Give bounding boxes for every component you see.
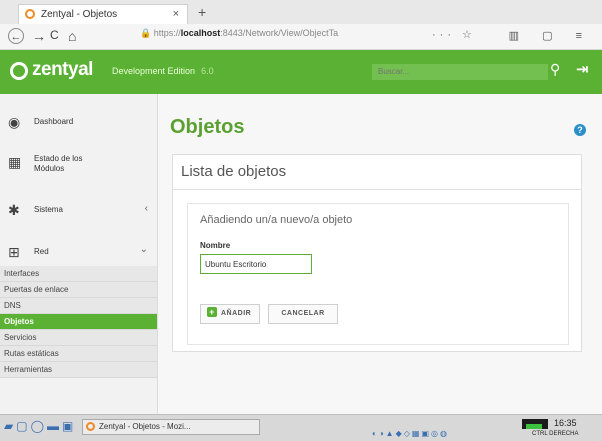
form-heading: Añadiendo un/a nuevo/a objeto xyxy=(200,214,353,226)
add-object-form: Añadiendo un/a nuevo/a objeto Nombre + AÑ… xyxy=(187,203,569,345)
sidebar-item-label: Sistema xyxy=(34,205,63,214)
host-key-label: CTRL DERECHA xyxy=(532,431,579,437)
chevron-left-icon: ‹ xyxy=(144,203,148,214)
add-button[interactable]: + AÑADIR xyxy=(200,304,260,324)
browser-navbar: ← → C ⌂ 🔒 https://localhost:8443/Network… xyxy=(0,24,602,50)
gear-icon: ✱ xyxy=(8,202,20,218)
sidebar-item-herramientas[interactable]: Herramientas xyxy=(0,362,157,378)
main-content: Objetos ? Lista de objetos Añadiendo un/… xyxy=(158,94,602,414)
network-icon: ⊞ xyxy=(8,244,20,260)
red-submenu: Interfaces Puertas de enlace DNS Objetos… xyxy=(0,266,157,378)
cancel-button[interactable]: CANCELAR xyxy=(268,304,338,324)
search-icon[interactable]: ⚲ xyxy=(550,61,560,78)
new-tab-button[interactable]: + xyxy=(198,4,206,20)
cpu-monitor-icon xyxy=(522,419,548,429)
sidebar-item-label: Red xyxy=(34,247,49,256)
sidebar-item-servicios[interactable]: Servicios xyxy=(0,330,157,346)
sidebar-item-dns[interactable]: DNS xyxy=(0,298,157,314)
sidebar-item-rutas-estaticas[interactable]: Rutas estáticas xyxy=(0,346,157,362)
page-title: Objetos xyxy=(170,116,245,138)
sidebar-item-label: Dashboard xyxy=(34,117,74,126)
taskbar: ▰▢◯▬▣ Zentyal - Objetos - Mozi... ◐◑▲◆◇▦… xyxy=(0,414,602,441)
browser-tools[interactable]: ▥ ▢ ≡ xyxy=(509,29,592,42)
sidebar-item-interfaces[interactable]: Interfaces xyxy=(0,266,157,282)
edition-label: Development Edition 6.0 xyxy=(112,66,214,76)
forward-button[interactable]: → xyxy=(32,28,46,44)
sidebar-item-objetos[interactable]: Objetos xyxy=(0,314,157,330)
version-text: 6.0 xyxy=(201,66,214,76)
sidebar-item-label: Estado de los Módulos xyxy=(34,154,83,173)
url-prefix: https:// xyxy=(153,28,181,38)
card-title: Lista de objetos xyxy=(181,163,287,180)
dashboard-icon: ◉ xyxy=(8,114,21,130)
zentyal-logo-icon xyxy=(10,62,28,80)
taskbar-launchers[interactable]: ▰▢◯▬▣ xyxy=(4,419,76,433)
home-button[interactable]: ⌂ xyxy=(68,28,76,44)
divider xyxy=(173,189,581,190)
sidebar: ◉ Dashboard ▦ Estado de los Módulos ✱ Si… xyxy=(0,94,158,414)
taskbar-window-button[interactable]: Zentyal - Objetos - Mozi... xyxy=(82,419,260,435)
firefox-icon xyxy=(86,422,95,431)
search-input[interactable] xyxy=(372,64,548,80)
more-actions-icon[interactable]: ··· xyxy=(432,29,455,41)
name-field-label: Nombre xyxy=(200,241,231,250)
plus-icon: + xyxy=(207,307,217,317)
taskbar-window-title: Zentyal - Objetos - Mozi... xyxy=(99,422,191,431)
name-field[interactable] xyxy=(200,254,312,274)
system-tray-icons[interactable]: ◐◑▲◆◇▦▣◎◍ xyxy=(372,429,449,438)
lock-icon: 🔒 xyxy=(140,28,152,38)
reload-button[interactable]: C xyxy=(50,28,59,42)
zentyal-favicon-icon xyxy=(25,9,35,19)
browser-tab[interactable]: Zentyal - Objetos × xyxy=(18,4,188,24)
tab-title: Zentyal - Objetos xyxy=(41,9,118,20)
brand-name: zentyal xyxy=(32,59,93,80)
edition-text: Development Edition xyxy=(112,66,196,76)
app-header: zentyal Development Edition 6.0 ⚲ ⇥ xyxy=(0,50,602,94)
url-path: :8443/Network/View/ObjectTa xyxy=(220,28,339,38)
browser-tab-strip: Zentyal - Objetos × + xyxy=(0,0,602,24)
sidebar-item-puertas-de-enlace[interactable]: Puertas de enlace xyxy=(0,282,157,298)
clock: 16:35 xyxy=(554,418,577,428)
logout-icon[interactable]: ⇥ xyxy=(576,60,589,78)
objects-card: Lista de objetos Añadiendo un/a nuevo/a … xyxy=(172,154,582,352)
help-icon[interactable]: ? xyxy=(574,124,586,136)
page-actions-icon[interactable]: ··· ☆ xyxy=(432,28,476,41)
back-button[interactable]: ← xyxy=(8,28,24,44)
chevron-down-icon: ⌄ xyxy=(139,244,148,255)
close-tab-icon[interactable]: × xyxy=(173,8,179,20)
add-button-label: AÑADIR xyxy=(221,310,252,317)
modules-icon: ▦ xyxy=(8,154,22,170)
url-host: localhost xyxy=(180,28,221,38)
